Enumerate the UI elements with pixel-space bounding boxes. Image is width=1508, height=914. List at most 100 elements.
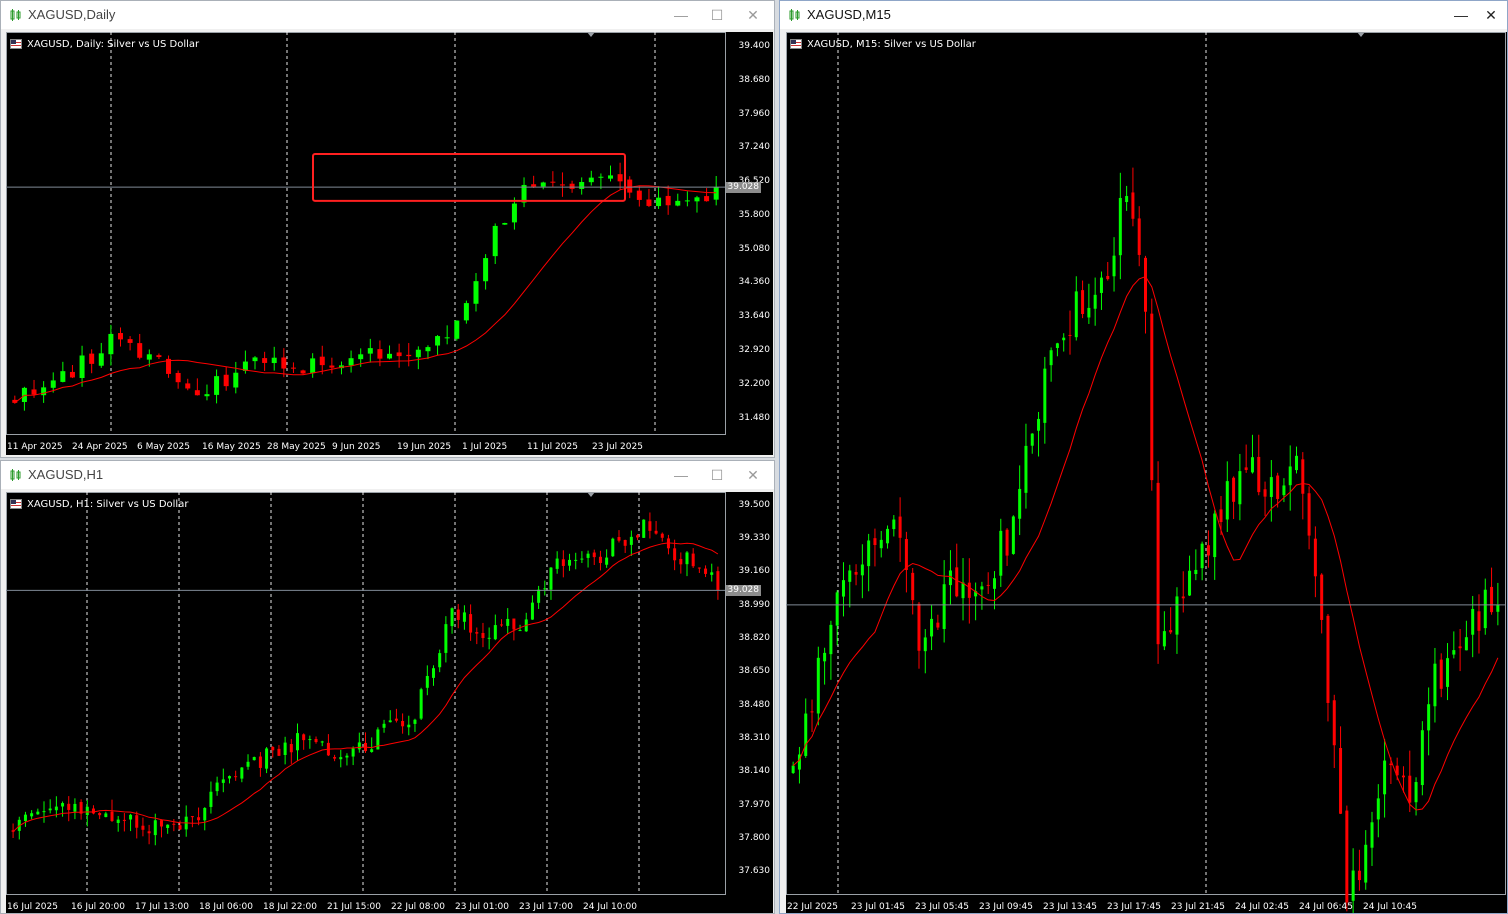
titlebar[interactable]: XAGUSD,M15 — ✕	[780, 1, 1507, 29]
candle-body	[867, 540, 871, 567]
chart-window-m15[interactable]: XAGUSD,M15 — ✕ XAGUSD, M15: Silver vs US…	[779, 0, 1508, 914]
candle-body	[679, 558, 683, 565]
candle-body	[791, 765, 795, 774]
moving-average-line	[792, 275, 1499, 811]
candle-body	[1471, 608, 1475, 635]
candle-body	[110, 811, 114, 822]
candle-body	[42, 811, 46, 813]
candle-body	[627, 179, 633, 193]
price-axis-label: 38.140	[738, 766, 771, 777]
time-axis-label: 19 Jun 2025	[397, 442, 452, 452]
candle-body	[605, 557, 609, 565]
candle-body	[1011, 516, 1015, 554]
candle-body	[234, 776, 238, 778]
minimize-button[interactable]: —	[667, 5, 695, 25]
candle-body	[684, 200, 690, 202]
flag-icon	[10, 39, 22, 49]
candle-body	[481, 633, 485, 639]
candle-body	[262, 358, 268, 363]
candle-body	[1332, 700, 1336, 746]
time-axis-label: 23 Jul 13:45	[1043, 902, 1097, 912]
candle-body	[675, 200, 681, 206]
minimize-button[interactable]: —	[667, 465, 695, 485]
close-button[interactable]: ✕	[739, 5, 767, 25]
candle-body	[1357, 870, 1361, 881]
price-axis-label: 39.500	[738, 499, 771, 510]
candle-body	[54, 806, 58, 811]
minimize-button[interactable]: —	[1447, 5, 1475, 25]
candle-body	[986, 584, 990, 586]
chart-window-h1[interactable]: XAGUSD,H1 — ☐ ✕ XAGUSD, H1: Silver vs US…	[0, 460, 775, 914]
time-axis-label: 11 Jul 2025	[527, 442, 578, 452]
chart-area[interactable]: XAGUSD, Daily: Silver vs US Dollar 39.40…	[6, 32, 773, 455]
chart-window-daily[interactable]: XAGUSD,Daily — ☐ ✕ XAGUSD, Daily: Silver…	[0, 0, 775, 458]
candle-body	[159, 820, 163, 827]
candle-body	[873, 538, 877, 546]
candle-body	[1496, 604, 1500, 612]
maximize-button[interactable]: ☐	[703, 5, 731, 25]
candle-body	[444, 337, 450, 339]
candle-body	[1313, 538, 1317, 577]
candle-body	[1288, 466, 1292, 486]
candle-body	[61, 803, 65, 807]
candle-body	[223, 374, 229, 387]
candle-body	[314, 739, 318, 743]
candle-body	[816, 657, 820, 714]
candle-body	[559, 184, 565, 186]
candle-body	[598, 556, 602, 564]
candle-body	[30, 813, 34, 817]
time-axis-label: 24 Jul 06:45	[1299, 902, 1353, 912]
candle-body	[1219, 509, 1223, 523]
candle-body	[302, 734, 306, 741]
candle-body	[85, 806, 89, 816]
candle-body	[204, 394, 210, 397]
chart-area[interactable]: XAGUSD, H1: Silver vs US Dollar 39.500 39…	[6, 492, 773, 913]
time-axis-label: 16 Jul 2025	[7, 902, 58, 912]
moving-average-line	[14, 185, 717, 404]
candle-body	[1037, 418, 1041, 431]
candle-body	[646, 199, 652, 206]
candle-body	[854, 571, 858, 575]
candle-body	[1194, 569, 1198, 575]
time-axis-label: 23 Jul 21:45	[1171, 902, 1225, 912]
candle-body	[1439, 659, 1443, 689]
candle-body	[415, 349, 421, 358]
candle-body	[1320, 574, 1324, 620]
time-axis-label: 24 Jul 10:00	[583, 902, 637, 912]
candle-body	[175, 372, 181, 383]
candle-body	[586, 553, 590, 558]
candle-body	[804, 713, 808, 756]
candle-body	[549, 567, 553, 590]
candle-body	[1452, 650, 1456, 655]
time-axis-label: 28 May 2025	[267, 442, 326, 452]
candle-body	[1269, 477, 1273, 497]
candle-body	[320, 741, 324, 743]
shift-marker-icon	[587, 32, 595, 37]
chart-area[interactable]: XAGUSD, M15: Silver vs US Dollar 22 Jul …	[786, 32, 1507, 913]
price-axis-label: 39.160	[738, 566, 771, 577]
candle-body	[704, 196, 710, 202]
candle-body	[300, 370, 306, 374]
candle-body	[1118, 197, 1122, 256]
candle-body	[23, 814, 27, 822]
candle-body	[904, 539, 908, 570]
candle-body	[122, 819, 126, 821]
highlight-box	[312, 152, 626, 202]
candle-body	[511, 203, 517, 223]
candle-body	[1276, 475, 1280, 499]
candle-body	[713, 187, 719, 200]
titlebar[interactable]: XAGUSD,Daily — ☐ ✕	[1, 1, 774, 29]
price-axis-label: 37.800	[738, 833, 771, 844]
candle-body	[1043, 368, 1047, 423]
candle-body	[339, 757, 343, 760]
close-button[interactable]: ✕	[739, 465, 767, 485]
maximize-button[interactable]: ☐	[703, 465, 731, 485]
candle-body	[166, 824, 170, 828]
candle-body	[1301, 459, 1305, 494]
titlebar[interactable]: XAGUSD,H1 — ☐ ✕	[1, 461, 774, 489]
close-button[interactable]: ✕	[1477, 5, 1505, 25]
candle-body	[1244, 467, 1248, 470]
candle-body	[185, 383, 191, 389]
candle-body	[531, 184, 537, 187]
price-axis-label: 37.960	[738, 108, 771, 119]
